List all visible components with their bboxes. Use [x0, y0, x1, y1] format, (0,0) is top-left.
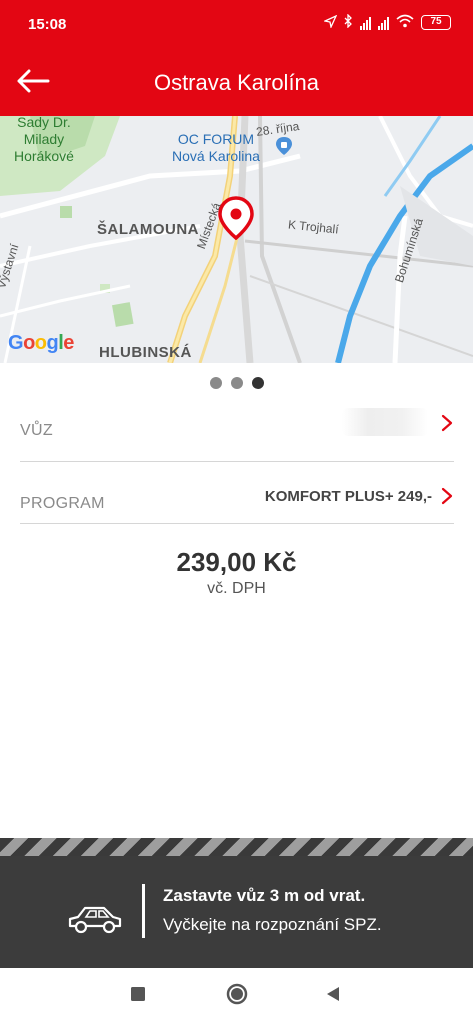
banner-instruction-stop: Zastavte vůz 3 m od vrat.	[163, 886, 366, 905]
back-nav-button[interactable]	[320, 984, 346, 1008]
signal-icon-2	[378, 16, 389, 30]
page-title: Ostrava Karolína	[153, 70, 320, 95]
header: 15:08 75 Ostrava Karolína	[0, 0, 473, 116]
program-value: KOMFORT PLUS+ 249,-	[264, 488, 432, 505]
map-view[interactable]: Sady Dr. Milady Horákové OC FORUM Nová K…	[0, 116, 473, 363]
status-time: 15:08	[28, 16, 67, 33]
app-bar: Ostrava Karolína	[0, 50, 473, 116]
map-label-hlubinska: HLUBINSKÁ	[99, 344, 192, 361]
google-logo: Google	[8, 332, 74, 354]
location-arrow-icon	[322, 14, 338, 31]
triangle-back-icon	[325, 986, 341, 1007]
hazard-stripes	[0, 838, 473, 856]
program-label: PROGRAM	[20, 495, 105, 512]
map-label-park-line1: Sady Dr.	[17, 116, 71, 130]
recents-button[interactable]	[125, 984, 151, 1008]
map-label-park: Sady Dr. Milady Horákové	[14, 116, 74, 165]
status-icons: 75	[322, 13, 451, 31]
wifi-icon	[396, 14, 414, 31]
car-label: VŮZ	[20, 422, 53, 439]
map-label-poi-line2: Nová Karolina	[172, 148, 260, 164]
car-value-redacted	[342, 408, 428, 436]
carousel-dot-2[interactable]	[230, 377, 243, 389]
square-icon	[131, 986, 145, 1006]
program-row[interactable]: PROGRAM KOMFORT PLUS+ 249,-	[20, 462, 454, 524]
car-row[interactable]: VŮZ	[20, 400, 454, 462]
instruction-banner: Zastavte vůz 3 m od vrat. Vyčkejte na ro…	[0, 838, 473, 968]
map-label-poi-line1: OC FORUM	[177, 131, 255, 147]
circle-icon	[226, 983, 248, 1010]
battery-icon: 75	[421, 15, 451, 30]
chevron-right-icon	[440, 413, 454, 433]
map-label-park-line3: Horákové	[14, 148, 74, 164]
carousel-dot-3[interactable]	[251, 377, 264, 389]
banner-separator	[142, 884, 145, 938]
carousel-dot-1[interactable]	[209, 377, 222, 389]
bluetooth-icon	[344, 13, 353, 31]
signal-icon-1	[360, 16, 371, 30]
map-label-park-line2: Milady	[23, 131, 65, 147]
system-nav-bar	[0, 968, 473, 1024]
banner-instruction-wait: Vyčkejte na rozpoznání SPZ.	[163, 915, 382, 934]
chevron-right-icon	[440, 486, 454, 506]
price-vat-note: vč. DPH	[207, 580, 266, 597]
car-icon	[66, 902, 124, 941]
price-amount: 239,00 Kč	[176, 547, 297, 577]
map-label-salamouna: ŠALAMOUNA	[97, 221, 199, 238]
carousel-dots	[0, 377, 473, 389]
status-bar: 15:08 75	[0, 0, 473, 50]
map-label-poi: OC FORUM Nová Karolina	[172, 131, 260, 165]
home-button[interactable]	[224, 983, 250, 1010]
